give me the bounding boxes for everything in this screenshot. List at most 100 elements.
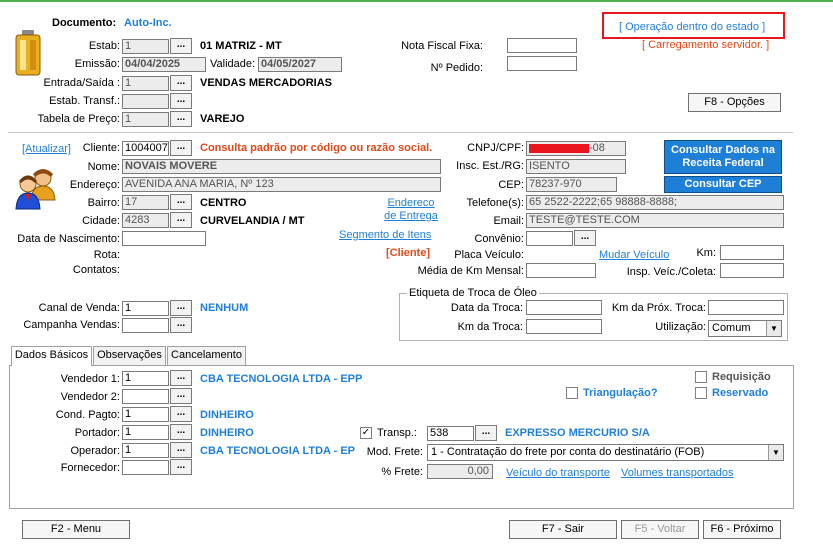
km-prox-troca-input[interactable] (708, 300, 784, 315)
nome-input[interactable]: NOVAIS MOVERE (122, 159, 441, 174)
cidade-lookup-button[interactable]: ... (170, 212, 192, 228)
transp-input[interactable]: 538 (427, 426, 474, 441)
cidade-input[interactable]: 4283 (122, 213, 169, 228)
utilizacao-select[interactable]: Comum ▼ (708, 320, 782, 337)
consulta-hint: Consulta padrão por código ou razão soci… (200, 142, 433, 154)
fornecedor-lookup-button[interactable]: ... (170, 459, 192, 475)
campanha-label: Campanha Vendas: (23, 319, 120, 331)
requisicao-label: Requisição (712, 371, 771, 383)
tabela-input[interactable]: 1 (122, 112, 169, 127)
consultar-cep-button[interactable]: Consultar CEP (664, 176, 782, 193)
estab-lookup-button[interactable]: ... (170, 38, 192, 54)
document-icon (14, 30, 44, 76)
vendedor2-input[interactable] (122, 389, 169, 404)
insc-input[interactable]: ISENTO (526, 159, 626, 174)
portador-label: Portador: (74, 427, 120, 439)
triangulacao-checkbox[interactable] (566, 387, 578, 399)
carregamento-status: [ Carregamento servidor. ] (642, 39, 770, 51)
operador-input[interactable]: 1 (122, 443, 169, 458)
km-input[interactable] (720, 245, 784, 260)
vendedor1-label: Vendedor 1: (60, 373, 120, 385)
vendedor1-input[interactable]: 1 (122, 371, 169, 386)
emissao-input[interactable]: 04/04/2025 (122, 57, 206, 72)
f8-options-button[interactable]: F8 - Opções (688, 93, 781, 112)
consultar-receita-button[interactable]: Consultar Dados na Receita Federal (664, 140, 782, 174)
tabela-lookup-button[interactable]: ... (170, 111, 192, 127)
nascimento-label: Data de Nascimento: (17, 233, 120, 245)
veiculo-transporte-link[interactable]: Veículo do transporte (506, 467, 610, 480)
portador-name: DINHEIRO (200, 427, 254, 439)
endereco-entrega-link[interactable]: Endereco de Entrega (383, 197, 439, 223)
media-km-input[interactable] (526, 263, 596, 278)
entrada-lookup-button[interactable]: ... (170, 75, 192, 91)
email-label: Email: (493, 215, 524, 227)
estab-label: Estab: (88, 40, 120, 52)
endereco-input[interactable]: AVENIDA ANA MARIA, Nº 123 (122, 177, 441, 192)
cidade-name: CURVELANDIA / MT (200, 215, 305, 227)
volumes-link[interactable]: Volumes transportados (621, 467, 734, 480)
top-border (0, 0, 833, 2)
mudar-veiculo-link[interactable]: Mudar Veículo (599, 249, 669, 262)
reservado-checkbox[interactable] (695, 387, 707, 399)
vendedor2-lookup-button[interactable]: ... (170, 388, 192, 404)
bairro-lookup-button[interactable]: ... (170, 194, 192, 210)
entrada-input[interactable]: 1 (122, 76, 169, 91)
portador-input[interactable]: 1 (122, 425, 169, 440)
data-troca-input[interactable] (526, 300, 602, 315)
convenio-input[interactable] (526, 231, 573, 246)
cond-pagto-label: Cond. Pagto: (55, 409, 120, 421)
mod-frete-select[interactable]: 1 - Contratação do frete por conta do de… (427, 444, 784, 461)
inspecao-input[interactable] (720, 263, 784, 278)
km-label: Km: (696, 247, 716, 259)
estab-transf-input[interactable] (122, 94, 169, 109)
transp-lookup-button[interactable]: ... (475, 425, 497, 441)
convenio-lookup-button[interactable]: ... (574, 230, 596, 246)
estab-input[interactable]: 1 (122, 39, 169, 54)
entrada-name: VENDAS MERCADORIAS (200, 77, 333, 89)
inspecao-label: Insp. Veíc./Coleta: (626, 266, 716, 278)
validade-input[interactable]: 04/05/2027 (258, 57, 342, 72)
estab-transf-lookup-button[interactable]: ... (170, 93, 192, 109)
chevron-down-icon[interactable]: ▼ (768, 445, 783, 460)
operacao-status: [ Operação dentro do estado ] (619, 21, 766, 33)
tab-observacoes[interactable]: Observações (93, 346, 166, 365)
pct-frete-input[interactable]: 0,00 (427, 464, 493, 479)
cliente-input[interactable]: 1004007: (122, 141, 169, 156)
email-input[interactable]: TESTE@TESTE.COM (526, 213, 784, 228)
cnpj-label: CNPJ/CPF: (467, 142, 524, 154)
atualizar-link[interactable]: [Atualizar] (22, 143, 71, 156)
cliente-lookup-button[interactable]: ... (170, 140, 192, 156)
tab-dados-basicos[interactable]: Dados Básicos (11, 346, 92, 366)
campanha-lookup-button[interactable]: ... (170, 317, 192, 333)
vendedor1-lookup-button[interactable]: ... (170, 370, 192, 386)
requisicao-checkbox[interactable] (695, 371, 707, 383)
operador-lookup-button[interactable]: ... (170, 442, 192, 458)
bairro-input[interactable]: 17 (122, 195, 169, 210)
fornecedor-input[interactable] (122, 460, 169, 475)
tab-cancelamento[interactable]: Cancelamento (167, 346, 246, 365)
transp-name: EXPRESSO MERCURIO S/A (505, 427, 650, 439)
f2-menu-button[interactable]: F2 - Menu (22, 520, 130, 539)
transp-checkbox[interactable]: ✓ (360, 427, 372, 439)
pedido-input[interactable] (507, 56, 577, 71)
portador-lookup-button[interactable]: ... (170, 424, 192, 440)
cond-pagto-lookup-button[interactable]: ... (170, 406, 192, 422)
chevron-down-icon[interactable]: ▼ (766, 321, 781, 336)
cep-input[interactable]: 78237-970 (526, 177, 617, 192)
campanha-input[interactable] (122, 318, 169, 333)
telefone-input[interactable]: 65 2522-2222;65 98888-8888; (526, 195, 784, 210)
f7-exit-button[interactable]: F7 - Sair (509, 520, 617, 539)
segmento-itens-link[interactable]: Segmento de Itens (339, 229, 431, 242)
km-troca-input[interactable] (526, 319, 602, 334)
f6-next-button[interactable]: F6 - Próximo (703, 520, 781, 539)
cidade-label: Cidade: (82, 215, 120, 227)
canal-venda-lookup-button[interactable]: ... (170, 300, 192, 316)
pedido-label: Nº Pedido: (430, 62, 483, 74)
canal-venda-input[interactable]: 1 (122, 301, 169, 316)
cliente-tag: [Cliente] (386, 247, 430, 259)
cond-pagto-input[interactable]: 1 (122, 407, 169, 422)
cnpj-input[interactable]: -08 (526, 141, 626, 156)
f5-back-button[interactable]: F5 - Voltar (621, 520, 699, 539)
nota-fixa-input[interactable] (507, 38, 577, 53)
nascimento-input[interactable] (122, 231, 206, 246)
